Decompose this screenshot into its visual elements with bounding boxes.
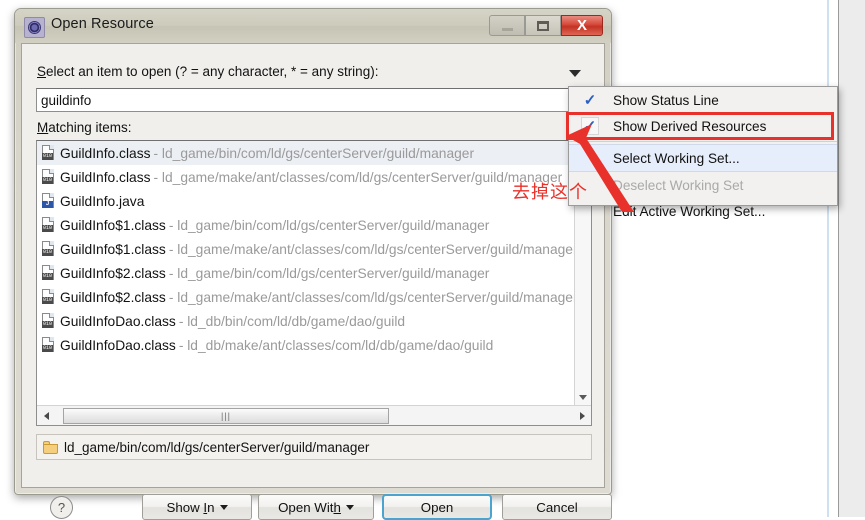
menu-item-show-derived-resources[interactable]: ✓ Show Derived Resources [569, 113, 837, 139]
show-in-button[interactable]: Show In [142, 494, 252, 520]
matching-items-label: Matching items: [37, 120, 132, 135]
list-item-path: - ld_game/make/ant/classes/com/ld/gs/cen… [153, 169, 563, 185]
menu-item-edit-active-working-set[interactable]: Edit Active Working Set... [569, 198, 837, 224]
scroll-right-icon[interactable] [574, 408, 590, 424]
class-file-icon: 010 [41, 241, 56, 257]
list-item[interactable]: 010 GuildInfo.class - ld_game/make/ant/cla… [37, 165, 574, 189]
chevron-down-icon[interactable] [569, 70, 581, 77]
scroll-down-icon[interactable] [575, 389, 591, 405]
list-item-name: GuildInfo$2.class [60, 265, 166, 281]
scroll-grip: ||| [220, 411, 231, 421]
list-viewport: 010 GuildInfo.class - ld_game/bin/com/ld/g… [37, 141, 574, 405]
list-item[interactable]: 010 GuildInfo$1.class - ld_game/make/ant/c… [37, 237, 574, 261]
list-item-name: GuildInfoDao.class [60, 313, 176, 329]
list-item-path: - ld_db/bin/com/ld/db/game/dao/guild [178, 313, 406, 329]
list-item[interactable]: 010 GuildInfo$1.class - ld_game/bin/com/ld… [37, 213, 574, 237]
status-line-text: ld_game/bin/com/ld/gs/centerServer/guild… [64, 439, 370, 455]
list-item-path: - ld_db/make/ant/classes/com/ld/db/game/… [178, 337, 494, 353]
show-in-label: Show In [166, 499, 215, 515]
page-right-margin [838, 0, 865, 517]
class-file-icon: 010 [41, 337, 56, 353]
cancel-button[interactable]: Cancel [502, 494, 612, 520]
list-item-name: GuildInfo$1.class [60, 241, 166, 257]
open-button[interactable]: Open [382, 494, 492, 520]
open-with-button[interactable]: Open With [258, 494, 374, 520]
menu-item-show-status-line[interactable]: ✓ Show Status Line [569, 87, 837, 113]
horizontal-scrollbar[interactable]: ||| [37, 405, 591, 425]
search-input[interactable] [36, 88, 592, 112]
filter-context-menu[interactable]: ✓ Show Status Line ✓ Show Derived Resources… [568, 86, 838, 219]
menu-item-label: Show Derived Resources [613, 118, 767, 134]
open-label: Open [420, 499, 454, 515]
menu-item-label: Select Working Set... [613, 150, 740, 166]
help-button[interactable]: ? [50, 496, 73, 519]
list-item-path: - ld_game/make/ant/classes/com/ld/gs/cen… [168, 241, 574, 257]
list-item[interactable]: 010 GuildInfoDao.class - ld_db/bin/com/ld/… [37, 309, 574, 333]
open-resource-dialog: Open Resource X Select an item to open (… [14, 8, 612, 520]
class-file-icon: 010 [41, 265, 56, 281]
list-item[interactable]: J GuildInfo.java [37, 189, 574, 213]
check-icon: ✓ [581, 117, 599, 135]
check-icon: ✓ [583, 92, 597, 109]
folder-icon [43, 440, 59, 454]
list-item-name: GuildInfo$2.class [60, 289, 166, 305]
minimize-button[interactable] [489, 15, 525, 36]
cancel-label: Cancel [536, 499, 578, 515]
list-item-path: - ld_game/make/ant/classes/com/ld/gs/cen… [168, 289, 574, 305]
list-item-name: GuildInfo$1.class [60, 217, 166, 233]
class-file-icon: 010 [41, 313, 56, 329]
window-title: Open Resource [51, 16, 154, 32]
matching-items-mnemonic: M [37, 120, 49, 135]
chevron-down-icon [219, 504, 228, 510]
list-item-path: - ld_game/bin/com/ld/gs/centerServer/gui… [153, 145, 475, 161]
title-bar[interactable]: Open Resource X [15, 9, 611, 43]
menu-item-deselect-working-set: Deselect Working Set [569, 172, 837, 198]
close-icon: X [576, 17, 587, 34]
menu-item-label: Edit Active Working Set... [613, 203, 766, 219]
list-item[interactable]: 010 GuildInfo$2.class - ld_game/make/ant/c… [37, 285, 574, 309]
class-file-icon: 010 [41, 217, 56, 233]
menu-separator [569, 141, 837, 142]
chevron-down-icon [345, 504, 354, 510]
list-item-name: GuildInfo.class [60, 145, 151, 161]
list-item-path: - ld_game/bin/com/ld/gs/centerServer/gui… [168, 217, 490, 233]
class-file-icon: 010 [41, 145, 56, 161]
class-file-icon: 010 [41, 289, 56, 305]
status-line: ld_game/bin/com/ld/gs/centerServer/guild… [36, 434, 592, 460]
select-item-label: Select an item to open (? = any characte… [37, 64, 378, 79]
page-vertical-rule [827, 0, 829, 517]
list-item-name: GuildInfo.java [60, 193, 145, 209]
matching-items-list[interactable]: 010 GuildInfo.class - ld_game/bin/com/ld/g… [36, 140, 592, 426]
close-button[interactable]: X [561, 15, 603, 36]
java-file-icon: J [41, 193, 56, 209]
select-item-text: elect an item to open (? = any character… [46, 64, 379, 79]
list-item[interactable]: 010 GuildInfo.class - ld_game/bin/com/ld/g… [37, 141, 574, 165]
horizontal-scroll-thumb[interactable]: ||| [63, 408, 389, 424]
open-with-label: Open With [278, 499, 341, 515]
class-file-icon: 010 [41, 169, 56, 185]
list-item-name: GuildInfo.class [60, 169, 151, 185]
eclipse-icon [24, 17, 45, 38]
dialog-client-area: Select an item to open (? = any characte… [21, 43, 612, 520]
menu-item-label: Show Status Line [613, 92, 719, 108]
scroll-left-icon[interactable] [38, 408, 54, 424]
menu-item-label: Deselect Working Set [613, 177, 744, 193]
matching-items-text: atching items: [48, 120, 132, 135]
help-icon: ? [57, 500, 66, 515]
select-item-mnemonic: S [37, 64, 47, 79]
menu-item-select-working-set[interactable]: Select Working Set... [569, 144, 837, 172]
list-item[interactable]: 010 GuildInfoDao.class - ld_db/make/ant/cl… [37, 333, 574, 357]
list-item-path: - ld_game/bin/com/ld/gs/centerServer/gui… [168, 265, 490, 281]
maximize-button[interactable] [525, 15, 561, 36]
list-item[interactable]: 010 GuildInfo$2.class - ld_game/bin/com/ld… [37, 261, 574, 285]
list-item-name: GuildInfoDao.class [60, 337, 176, 353]
